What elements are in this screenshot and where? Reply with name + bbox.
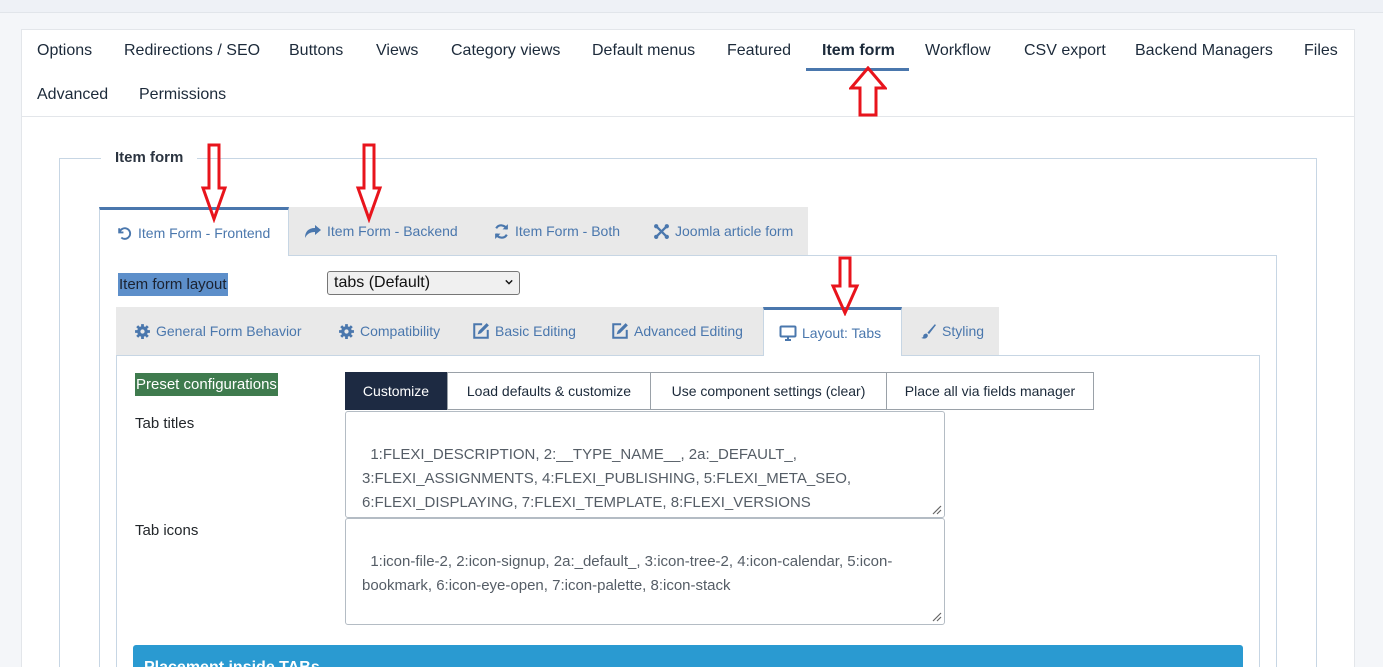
refresh-icon bbox=[492, 222, 510, 240]
tab-default-menus[interactable]: Default menus bbox=[592, 41, 695, 61]
up-arrow-annotation-icon bbox=[849, 66, 887, 117]
tab-icons-value: 1:icon-file-2, 2:icon-signup, 2a:_defaul… bbox=[362, 553, 893, 594]
undo-icon bbox=[115, 224, 133, 242]
use-component-settings-button[interactable]: Use component settings (clear) bbox=[650, 372, 887, 410]
tab-featured[interactable]: Featured bbox=[727, 41, 791, 61]
down-arrow-annotation-icon bbox=[200, 143, 228, 223]
monitor-icon bbox=[779, 324, 797, 342]
cog-icon bbox=[337, 322, 355, 340]
tab-label: Joomla article form bbox=[675, 223, 794, 239]
tab-buttons[interactable]: Buttons bbox=[289, 41, 343, 61]
tab-category-views[interactable]: Category views bbox=[451, 41, 560, 61]
joomla-icon bbox=[652, 222, 670, 240]
place-all-via-fields-manager-button[interactable]: Place all via fields manager bbox=[886, 372, 1094, 410]
tab-titles-value: 1:FLEXI_DESCRIPTION, 2:__TYPE_NAME__, 2a… bbox=[362, 446, 852, 511]
tab-compatibility[interactable]: Compatibility bbox=[321, 307, 456, 355]
edit-icon bbox=[611, 322, 629, 340]
tab-label: Compatibility bbox=[360, 323, 441, 339]
tab-label: Advanced Editing bbox=[634, 323, 743, 339]
tab-options[interactable]: Options bbox=[37, 41, 92, 61]
tab-styling[interactable]: Styling bbox=[902, 307, 999, 355]
item-form-layout-select[interactable]: tabs (Default) bbox=[327, 271, 520, 295]
tab-files[interactable]: Files bbox=[1304, 41, 1338, 61]
tab-advanced[interactable]: Advanced bbox=[37, 85, 108, 105]
tab-permissions[interactable]: Permissions bbox=[139, 85, 226, 105]
placement-inside-tabs-bar: Placement inside TABs bbox=[133, 645, 1243, 667]
brush-icon bbox=[919, 322, 937, 340]
preset-configurations-label: Preset configurations bbox=[135, 373, 278, 396]
tab-label: General Form Behavior bbox=[156, 323, 302, 339]
down-arrow-annotation-icon bbox=[830, 256, 860, 316]
chevron-down-icon bbox=[505, 279, 513, 285]
tab-label: Item Form - Backend bbox=[327, 223, 458, 239]
load-defaults-customize-button[interactable]: Load defaults & customize bbox=[447, 372, 651, 410]
tab-item-form[interactable]: Item form bbox=[822, 41, 895, 61]
tab-label: Item Form - Both bbox=[515, 223, 621, 239]
share-icon bbox=[304, 222, 322, 240]
tab-workflow[interactable]: Workflow bbox=[925, 41, 991, 61]
select-value: tabs (Default) bbox=[334, 274, 431, 291]
tab-joomla-article-form[interactable]: Joomla article form bbox=[636, 207, 808, 255]
tab-backend-managers[interactable]: Backend Managers bbox=[1135, 41, 1273, 61]
top-strip bbox=[0, 0, 1383, 13]
tab-item-form-frontend[interactable]: Item Form - Frontend bbox=[99, 207, 289, 256]
resize-grip-icon[interactable] bbox=[930, 610, 942, 622]
tab-redirections-seo[interactable]: Redirections / SEO bbox=[124, 41, 260, 61]
tab-item-form-both[interactable]: Item Form - Both bbox=[477, 207, 636, 255]
tab-label: Basic Editing bbox=[495, 323, 576, 339]
tab-label: Layout: Tabs bbox=[802, 325, 882, 341]
tab-icons-textarea[interactable]: 1:icon-file-2, 2:icon-signup, 2a:_defaul… bbox=[345, 518, 945, 625]
resize-grip-icon[interactable] bbox=[930, 503, 942, 515]
tab-item-form-backend[interactable]: Item Form - Backend bbox=[289, 207, 477, 255]
edit-icon bbox=[472, 322, 490, 340]
tabs-divider bbox=[21, 116, 1355, 117]
tab-views[interactable]: Views bbox=[376, 41, 418, 61]
tab-label: Styling bbox=[942, 323, 985, 339]
tab-label: Item Form - Frontend bbox=[138, 225, 271, 241]
placement-inside-tabs-title: Placement inside TABs bbox=[144, 659, 320, 667]
item-form-layout-label: Item form layout bbox=[118, 273, 228, 296]
tab-general-form-behavior[interactable]: General Form Behavior bbox=[116, 307, 321, 355]
tab-titles-textarea[interactable]: 1:FLEXI_DESCRIPTION, 2:__TYPE_NAME__, 2a… bbox=[345, 411, 945, 518]
down-arrow-annotation-icon bbox=[355, 143, 383, 223]
tab-icons-label: Tab icons bbox=[135, 522, 199, 539]
customize-button[interactable]: Customize bbox=[345, 372, 447, 410]
fieldset-legend: Item form bbox=[101, 148, 198, 168]
cog-icon bbox=[133, 322, 151, 340]
tab-titles-label: Tab titles bbox=[135, 415, 195, 432]
tab-basic-editing[interactable]: Basic Editing bbox=[456, 307, 595, 355]
tab-advanced-editing[interactable]: Advanced Editing bbox=[595, 307, 763, 355]
tab-csv-export[interactable]: CSV export bbox=[1024, 41, 1106, 61]
